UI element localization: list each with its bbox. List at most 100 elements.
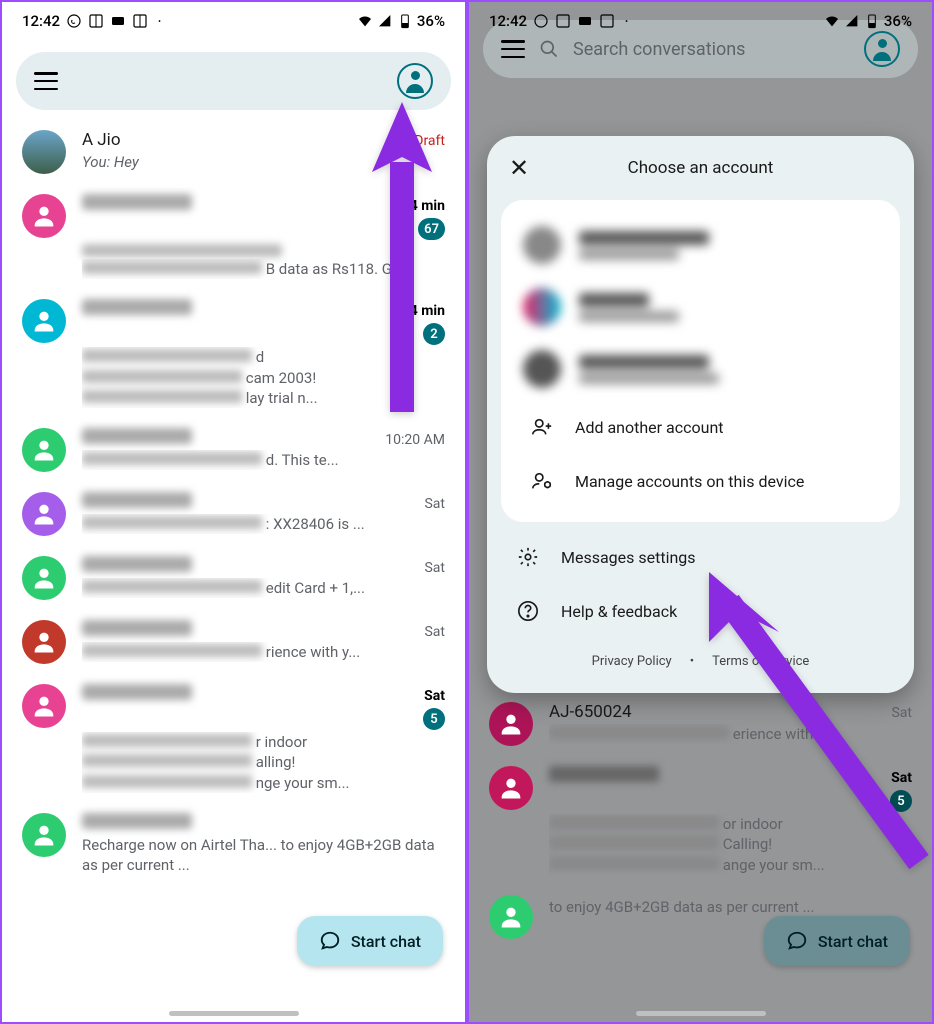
convo-name-blur xyxy=(82,556,192,572)
convo-name-blur xyxy=(82,684,192,700)
fab-label: Start chat xyxy=(818,932,888,951)
manage-accounts-button[interactable]: Manage accounts on this device xyxy=(501,454,900,508)
conversation-item[interactable]: A Jio Draft You: Hey xyxy=(2,120,465,184)
nav-bar[interactable] xyxy=(169,1011,299,1016)
conversation-item[interactable]: Recharge now on Airtel Tha... to enjoy 4… xyxy=(2,803,465,886)
avatar xyxy=(22,813,66,857)
add-account-button[interactable]: Add another account xyxy=(501,400,900,454)
account-item[interactable] xyxy=(501,214,900,276)
wifi-icon xyxy=(357,13,373,29)
avatar xyxy=(489,702,533,746)
conversation-item[interactable]: 4 min 67 B data as Rs118. Ge... xyxy=(2,184,465,289)
account-item[interactable] xyxy=(501,338,900,400)
app-icon-1 xyxy=(88,13,104,29)
conversation-list: A Jio Draft You: Hey 4 min 67 B data as … xyxy=(2,120,465,885)
unread-badge: 5 xyxy=(423,708,445,730)
hamburger-icon xyxy=(501,40,525,58)
fab-label: Start chat xyxy=(351,932,421,951)
convo-preview: rience with y... xyxy=(82,642,445,662)
status-time: 12:42 xyxy=(489,12,527,30)
convo-preview: edit Card + 1,... xyxy=(82,578,445,598)
conversation-item[interactable]: Sat 5 r indoor alling! nge your sm... xyxy=(2,674,465,803)
convo-preview: B data as Rs118. Ge... xyxy=(82,259,445,279)
conversation-item[interactable]: 4 min 2 d cam 2003! lay trial n... xyxy=(2,289,465,418)
unread-badge: 67 xyxy=(418,218,445,240)
convo-time: Sat xyxy=(424,624,445,640)
start-chat-fab: Start chat xyxy=(764,916,910,966)
conversation-item: Sat 5 or indoor Calling! ange your sm... xyxy=(469,756,932,885)
more-dot: • xyxy=(625,17,628,26)
whatsapp-icon xyxy=(66,13,82,29)
unread-badge: 2 xyxy=(423,323,445,345)
terms-link[interactable]: Terms of Service xyxy=(712,654,809,669)
battery-icon xyxy=(397,13,413,29)
account-item[interactable] xyxy=(501,276,900,338)
convo-preview: d cam 2003! lay trial n... xyxy=(82,347,445,408)
privacy-link[interactable]: Privacy Policy xyxy=(592,654,672,669)
convo-preview: erience with y... xyxy=(549,724,912,744)
hamburger-icon[interactable] xyxy=(34,72,58,90)
app-icon-3 xyxy=(599,13,615,29)
unread-badge: 5 xyxy=(890,790,912,812)
status-time: 12:42 xyxy=(22,12,60,30)
convo-name-blur xyxy=(82,620,192,636)
phone-right: 12:42 • 36% Search conversations xyxy=(467,0,934,1024)
accounts-list: Add another account Manage accounts on t… xyxy=(501,200,900,522)
avatar xyxy=(22,428,66,472)
menu-label: Manage accounts on this device xyxy=(575,472,804,491)
avatar xyxy=(22,492,66,536)
avatar xyxy=(523,288,561,326)
conversation-item[interactable]: Sat edit Card + 1,... xyxy=(2,546,465,610)
avatar xyxy=(22,556,66,600)
convo-name-blur xyxy=(82,492,192,508)
convo-time: 4 min xyxy=(410,198,445,214)
convo-name-blur xyxy=(82,194,192,210)
convo-status: Draft xyxy=(414,133,445,149)
sheet-title: Choose an account xyxy=(533,158,892,178)
convo-time: Sat xyxy=(424,496,445,512)
avatar xyxy=(523,350,561,388)
avatar xyxy=(22,620,66,664)
messages-settings-button[interactable]: Messages settings xyxy=(487,530,914,584)
avatar xyxy=(22,684,66,728)
sheet-footer: Privacy Policy • Terms of Service xyxy=(487,638,914,669)
app-icon-1 xyxy=(555,13,571,29)
wifi-icon xyxy=(824,13,840,29)
account-icon[interactable] xyxy=(397,63,433,99)
convo-name-blur xyxy=(82,299,192,315)
app-icon-2 xyxy=(110,13,126,29)
search-bar[interactable] xyxy=(16,52,451,110)
avatar xyxy=(22,194,66,238)
gear-icon xyxy=(517,546,539,568)
convo-time: Sat xyxy=(424,688,445,704)
convo-preview: d. This te... xyxy=(82,450,445,470)
help-feedback-button[interactable]: Help & feedback xyxy=(487,584,914,638)
convo-time: Sat xyxy=(891,770,912,786)
avatar xyxy=(489,895,533,939)
conversation-item: AJ-650024 Sat erience with y... xyxy=(469,692,932,756)
status-bar: 12:42 • 36% xyxy=(2,2,465,34)
start-chat-fab[interactable]: Start chat xyxy=(297,916,443,966)
convo-time: Sat xyxy=(424,560,445,576)
convo-preview: Recharge now on Airtel Tha... to enjoy 4… xyxy=(82,835,445,876)
app-icon-2 xyxy=(577,13,593,29)
conversation-item[interactable]: 10:20 AM d. This te... xyxy=(2,418,465,482)
status-bar: 12:42 • 36% xyxy=(469,2,932,34)
convo-name: A Jio xyxy=(82,130,121,150)
close-icon[interactable]: ✕ xyxy=(509,154,533,182)
avatar xyxy=(523,226,561,264)
convo-name-blur xyxy=(82,428,192,444)
conversation-item[interactable]: Sat rience with y... xyxy=(2,610,465,674)
convo-preview: or indoor Calling! ange your sm... xyxy=(549,814,912,875)
conversation-item[interactable]: Sat : XX28406 is ... xyxy=(2,482,465,546)
person-gear-icon xyxy=(531,470,553,492)
avatar xyxy=(489,766,533,810)
more-dot: • xyxy=(158,17,161,26)
search-icon xyxy=(539,39,559,59)
separator: • xyxy=(690,654,694,669)
convo-preview: : XX28406 is ... xyxy=(82,514,445,534)
battery-icon xyxy=(864,13,880,29)
account-sheet: ✕ Choose an account Add another account xyxy=(487,136,914,693)
person-add-icon xyxy=(531,416,553,438)
convo-name: AJ-650024 xyxy=(549,702,632,722)
